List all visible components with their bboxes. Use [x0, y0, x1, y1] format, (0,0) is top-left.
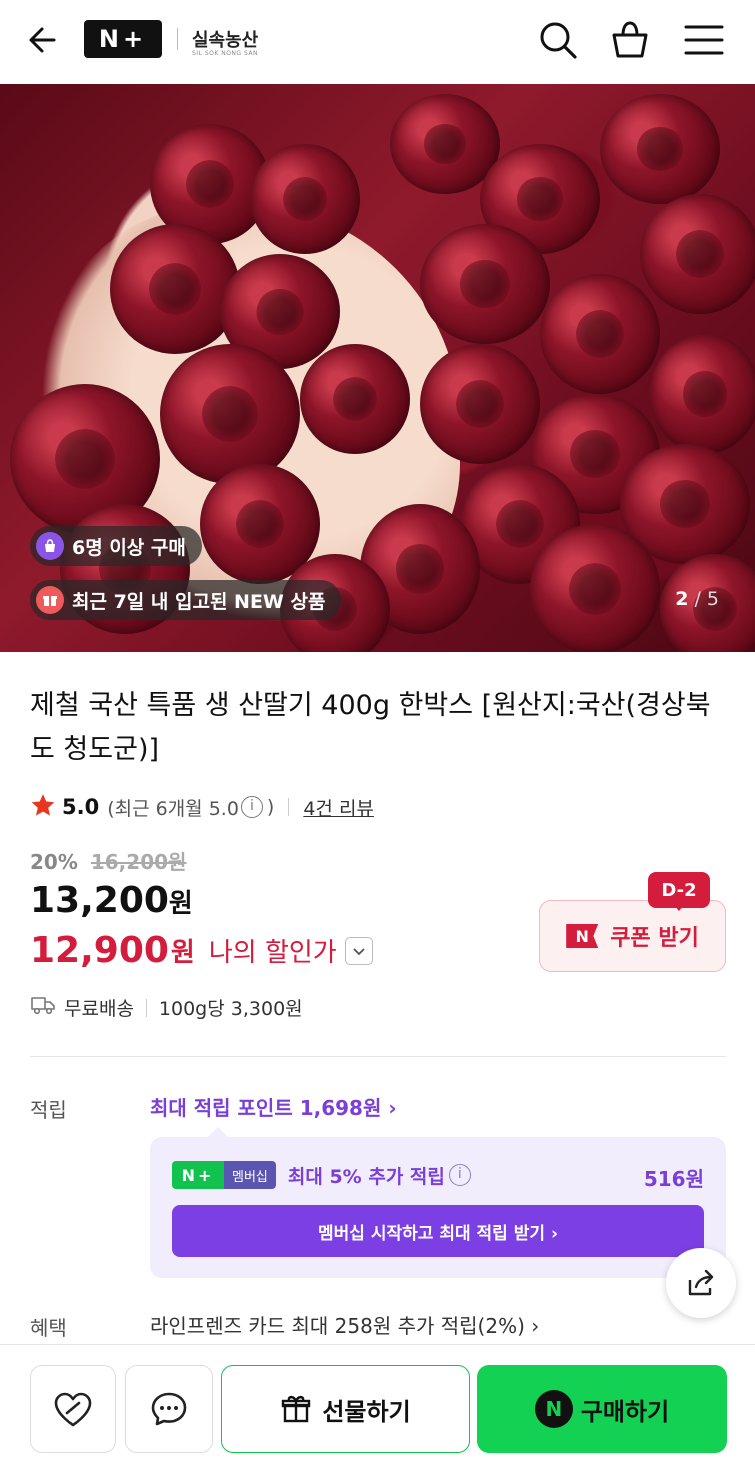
- gift-icon: [282, 1395, 311, 1423]
- gift-button[interactable]: 선물하기: [221, 1365, 470, 1453]
- membership-start-button[interactable]: 멤버십 시작하고 최대 적립 받기 ›: [172, 1205, 704, 1257]
- new-arrival-badge: 최근 7일 내 입고된 NEW 상품: [30, 580, 342, 620]
- reviews-link[interactable]: 4건 리뷰: [303, 794, 374, 821]
- naver-pay-n-icon: N: [534, 1390, 573, 1428]
- naver-plus-mini-logo: N+: [172, 1161, 224, 1189]
- sale-price-currency: 원: [168, 889, 193, 919]
- discount-row: 20% 16,200원: [30, 846, 186, 875]
- gift-box-icon: [36, 586, 64, 614]
- search-icon[interactable]: [536, 18, 580, 62]
- discount-percent: 20%: [30, 850, 78, 874]
- my-discount-price[interactable]: 12,900 원 나의 할인가: [30, 930, 373, 971]
- truck-icon: [30, 994, 56, 1021]
- membership-text: 최대 5% 추가 적립: [287, 1165, 445, 1188]
- info-icon[interactable]: i: [240, 796, 263, 818]
- top-header: N+ 실속농산 SIL SOK NONG SAN: [0, 0, 755, 84]
- coupon-button[interactable]: N 쿠폰 받기: [539, 900, 726, 972]
- original-price: 16,200원: [90, 850, 187, 874]
- rating-recent: (최근 6개월 5.0: [107, 797, 239, 820]
- like-button[interactable]: [30, 1365, 116, 1453]
- bag-icon: [36, 532, 64, 560]
- product-title: 제철 국산 특품 생 산딸기 400g 한박스 [원산지:국산(경상북도 청도군…: [30, 690, 711, 765]
- store-name[interactable]: 실속농산: [192, 26, 258, 52]
- menu-icon[interactable]: [682, 18, 726, 62]
- dday-badge: D-2: [648, 872, 710, 911]
- free-shipping-label: 무료배송: [64, 998, 134, 1020]
- benefit-label: 혜택: [30, 1316, 67, 1340]
- gift-label: 선물하기: [322, 1397, 411, 1426]
- my-price-label: 나의 할인가: [208, 938, 337, 968]
- heart-icon: [54, 1392, 92, 1427]
- product-image-gallery[interactable]: 6명 이상 구매 최근 7일 내 입고된 NEW 상품 2 / 5: [0, 84, 755, 652]
- max-points-link[interactable]: 최대 적립 포인트 1,698원 ›: [150, 1092, 397, 1121]
- coupon-label: 쿠폰 받기: [610, 926, 699, 951]
- rating-score: 5.0: [62, 795, 100, 819]
- rating-divider: [288, 798, 290, 816]
- membership-box: N+ 멤버십 최대 5% 추가 적립 i 516원 멤버십 시작하고 최대 적립…: [150, 1127, 726, 1278]
- back-arrow-icon[interactable]: [24, 20, 64, 60]
- share-button[interactable]: [666, 1248, 736, 1318]
- card-benefit-link[interactable]: 라인프렌즈 카드 최대 258원 추가 적립(2%) ›: [150, 1310, 539, 1339]
- chevron-down-icon[interactable]: [344, 936, 373, 965]
- membership-tag: N+ 멤버십: [172, 1161, 276, 1189]
- image-pager: 2 / 5: [675, 588, 719, 610]
- my-price-currency: 원: [170, 938, 195, 968]
- naver-plus-logo[interactable]: N+: [84, 20, 162, 58]
- shipping-row: 무료배송 100g당 3,300원: [30, 994, 303, 1021]
- pager-current: 2: [675, 588, 689, 610]
- shopping-bag-icon[interactable]: [608, 18, 652, 62]
- naver-n-icon: N: [566, 924, 599, 948]
- membership-tag-label: 멤버십: [224, 1161, 276, 1189]
- buy-button[interactable]: N 구매하기: [477, 1365, 727, 1453]
- new-arrival-badge-label: 최근 7일 내 입고된 NEW 상품: [72, 590, 326, 613]
- rating-row: 5.0 (최근 6개월 5.0 i ) 4건 리뷰: [30, 790, 374, 824]
- shipping-divider: [145, 998, 147, 1017]
- section-divider: [30, 1056, 726, 1057]
- sale-price-value: 13,200: [30, 880, 169, 921]
- bottom-action-bar: 선물하기 N 구매하기: [0, 1344, 755, 1470]
- membership-line: N+ 멤버십 최대 5% 추가 적립 i: [172, 1161, 471, 1189]
- sale-price: 13,200원: [30, 880, 193, 921]
- buyers-badge-label: 6명 이상 구매: [72, 536, 186, 559]
- pager-total: 5: [706, 588, 719, 610]
- unit-price: 100g당 3,300원: [158, 998, 303, 1020]
- my-price-value: 12,900: [30, 930, 169, 971]
- membership-amount: 516원: [643, 1167, 704, 1191]
- chat-bubble-icon: [151, 1392, 187, 1426]
- membership-info-icon[interactable]: i: [448, 1164, 471, 1186]
- store-subtitle: SIL SOK NONG SAN: [192, 50, 258, 57]
- buy-label: 구매하기: [580, 1397, 670, 1426]
- star-icon: [30, 792, 56, 823]
- share-icon: [688, 1269, 714, 1296]
- header-divider: [177, 28, 178, 50]
- points-label: 적립: [30, 1098, 67, 1122]
- rating-recent-close: ): [266, 796, 275, 818]
- buyers-badge: 6명 이상 구매: [30, 526, 202, 566]
- talk-button[interactable]: [125, 1365, 213, 1453]
